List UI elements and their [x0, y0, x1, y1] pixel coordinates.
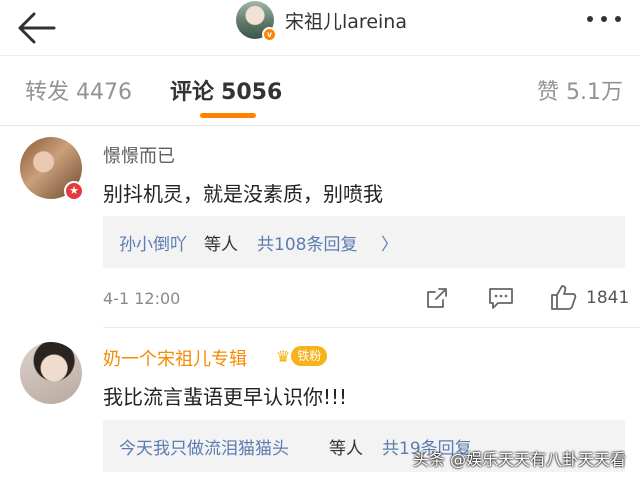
page-title: 宋祖儿lareina — [285, 10, 407, 33]
comment-username[interactable]: 奶一个宋祖儿专辑 — [103, 345, 247, 371]
reply-author-link[interactable]: 孙小倒吖 — [119, 230, 187, 255]
avatar[interactable] — [20, 342, 82, 404]
reply-mid-text: 等人 — [204, 235, 238, 255]
tab-count: 5.1万 — [566, 80, 624, 105]
comment-username[interactable]: 憬憬而已 — [103, 142, 175, 168]
header-title-group[interactable]: v 宋祖儿lareina — [236, 0, 407, 42]
reply-mid-text: 等人 — [329, 439, 363, 459]
tab-bar: 转发 4476 评论 5056 赞 5.1万 — [0, 56, 640, 126]
thumbs-up-icon — [551, 285, 577, 310]
chevron-right-icon: 〉 — [381, 235, 398, 255]
comment-icon — [489, 288, 513, 309]
like-button[interactable] — [549, 283, 577, 315]
comment-time: 4-1 12:00 — [103, 289, 181, 308]
back-arrow-icon — [18, 12, 56, 44]
top-nav-bar: v 宋祖儿lareina — [0, 0, 640, 56]
crown-icon: ♛ — [276, 346, 291, 366]
like-count: 1841 — [586, 288, 630, 308]
tab-count: 5056 — [221, 80, 283, 105]
tab-reposts[interactable]: 转发 4476 — [25, 74, 132, 106]
avatar[interactable]: ★ — [20, 137, 84, 201]
back-button[interactable] — [14, 10, 58, 46]
reply-count-link[interactable]: 共108条回复 — [257, 230, 357, 255]
share-icon — [427, 288, 447, 308]
tab-label: 赞 — [537, 80, 560, 105]
fan-badge: ♛ 铁粉 — [276, 344, 328, 368]
comment-text[interactable]: 我比流言蜚语更早认识你!!! — [103, 381, 347, 410]
tab-likes[interactable]: 赞 5.1万 — [537, 74, 623, 106]
reply-author-link[interactable]: 今天我只做流泪猫猫头 — [119, 434, 289, 459]
comment-text[interactable]: 别抖机灵，就是没素质，别喷我 — [103, 178, 383, 207]
tab-label: 评论 — [170, 80, 215, 105]
comment-button[interactable] — [488, 286, 514, 314]
star-badge-icon: ★ — [64, 181, 84, 201]
active-tab-indicator — [200, 113, 256, 118]
tab-count: 4476 — [76, 80, 133, 105]
more-dots-icon — [587, 16, 621, 22]
comment-item: ★ 憬憬而已 别抖机灵，就是没素质，别喷我 孙小倒吖 等人 共108条回复 〉 … — [0, 126, 640, 328]
avatar[interactable]: v — [236, 1, 277, 42]
verified-badge-icon: v — [262, 27, 277, 42]
tab-label: 转发 — [25, 80, 70, 105]
share-button[interactable] — [425, 286, 449, 314]
replies-preview[interactable]: 孙小倒吖 等人 共108条回复 〉 — [103, 216, 625, 268]
watermark-text: 头条 @娱乐天天有八卦天天看 — [412, 450, 626, 469]
fan-badge-label: 铁粉 — [291, 346, 328, 366]
more-button[interactable] — [582, 6, 626, 32]
tab-comments[interactable]: 评论 5056 — [170, 74, 282, 106]
